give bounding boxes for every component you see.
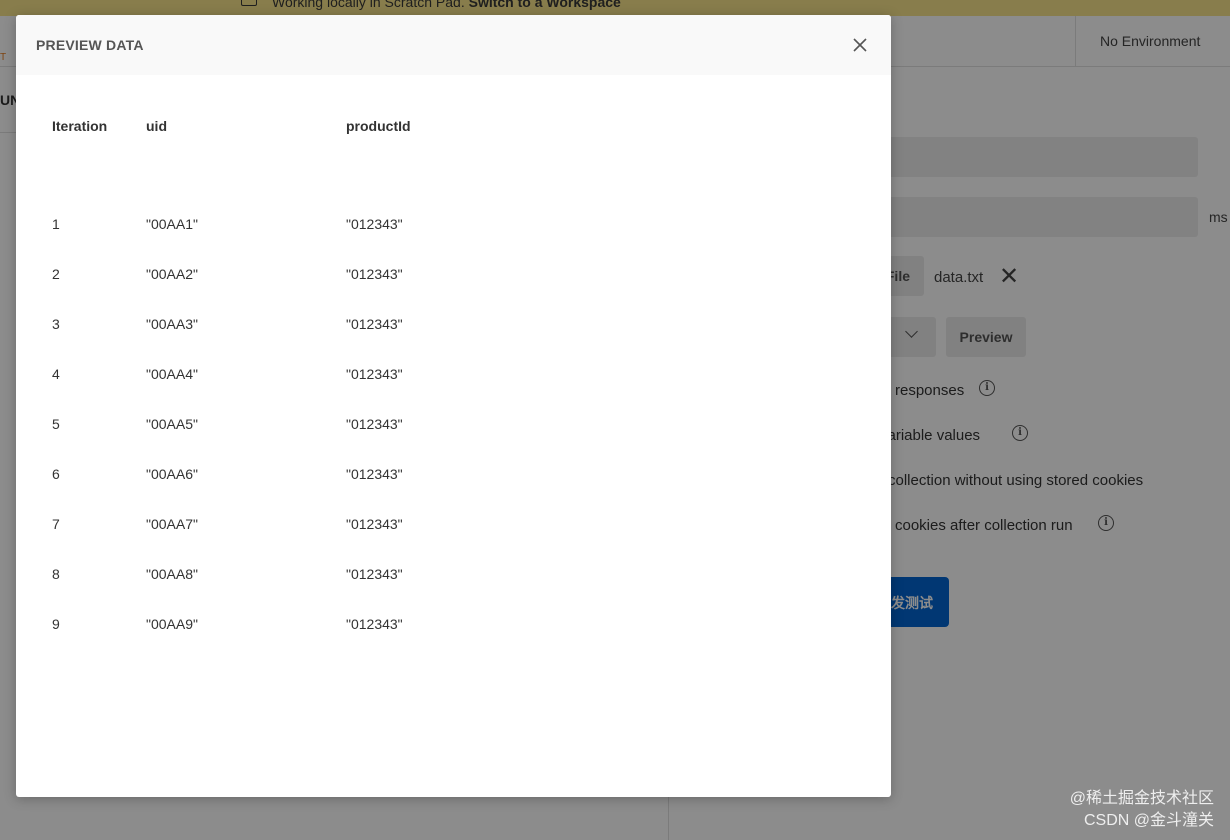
- close-icon[interactable]: [850, 35, 870, 55]
- productid-cell: "012343": [346, 616, 403, 632]
- watermark-line: CSDN @金斗潼关: [1083, 812, 1214, 829]
- productid-cell: "012343": [346, 266, 403, 282]
- preview-data-modal: PREVIEW DATA Iteration uid productId 1 "…: [16, 15, 891, 797]
- modal-header: PREVIEW DATA: [16, 15, 891, 75]
- table-row: 8 "00AA8" "012343": [42, 549, 546, 599]
- iteration-cell: 9: [52, 616, 60, 632]
- iteration-cell: 8: [52, 566, 60, 582]
- uid-cell: "00AA6": [146, 466, 198, 482]
- uid-cell: "00AA5": [146, 416, 198, 432]
- table-row: 3 "00AA3" "012343": [42, 299, 546, 349]
- column-header-iteration: Iteration: [52, 118, 108, 134]
- uid-cell: "00AA8": [146, 566, 198, 582]
- column-header-uid: uid: [146, 118, 167, 134]
- table-row: 5 "00AA5" "012343": [42, 399, 546, 449]
- uid-cell: "00AA3": [146, 316, 198, 332]
- uid-cell: "00AA1": [146, 216, 198, 232]
- iteration-cell: 7: [52, 516, 60, 532]
- table-row: 6 "00AA6" "012343": [42, 449, 546, 499]
- productid-cell: "012343": [346, 516, 403, 532]
- productid-cell: "012343": [346, 566, 403, 582]
- table-row: 7 "00AA7" "012343": [42, 499, 546, 549]
- productid-cell: "012343": [346, 316, 403, 332]
- iteration-cell: 4: [52, 366, 60, 382]
- table-row: 1 "00AA1" "012343": [42, 199, 546, 249]
- column-header-productid: productId: [346, 118, 411, 134]
- iteration-cell: 3: [52, 316, 60, 332]
- table-header-row: Iteration uid productId: [42, 103, 546, 149]
- productid-cell: "012343": [346, 366, 403, 382]
- uid-cell: "00AA2": [146, 266, 198, 282]
- preview-table: Iteration uid productId 1 "00AA1" "01234…: [42, 103, 546, 649]
- table-row: 2 "00AA2" "012343": [42, 249, 546, 299]
- table-row: 4 "00AA4" "012343": [42, 349, 546, 399]
- uid-cell: "00AA7": [146, 516, 198, 532]
- uid-cell: "00AA4": [146, 366, 198, 382]
- modal-title: PREVIEW DATA: [36, 37, 144, 53]
- iteration-cell: 5: [52, 416, 60, 432]
- iteration-cell: 2: [52, 266, 60, 282]
- iteration-cell: 6: [52, 466, 60, 482]
- watermark: @稀土掘金技术社区 CSDN @金斗潼关: [1070, 788, 1214, 832]
- productid-cell: "012343": [346, 416, 403, 432]
- uid-cell: "00AA9": [146, 616, 198, 632]
- table-row: 9 "00AA9" "012343": [42, 599, 546, 649]
- iteration-cell: 1: [52, 216, 60, 232]
- productid-cell: "012343": [346, 466, 403, 482]
- watermark-line: @稀土掘金技术社区: [1069, 790, 1214, 807]
- productid-cell: "012343": [346, 216, 403, 232]
